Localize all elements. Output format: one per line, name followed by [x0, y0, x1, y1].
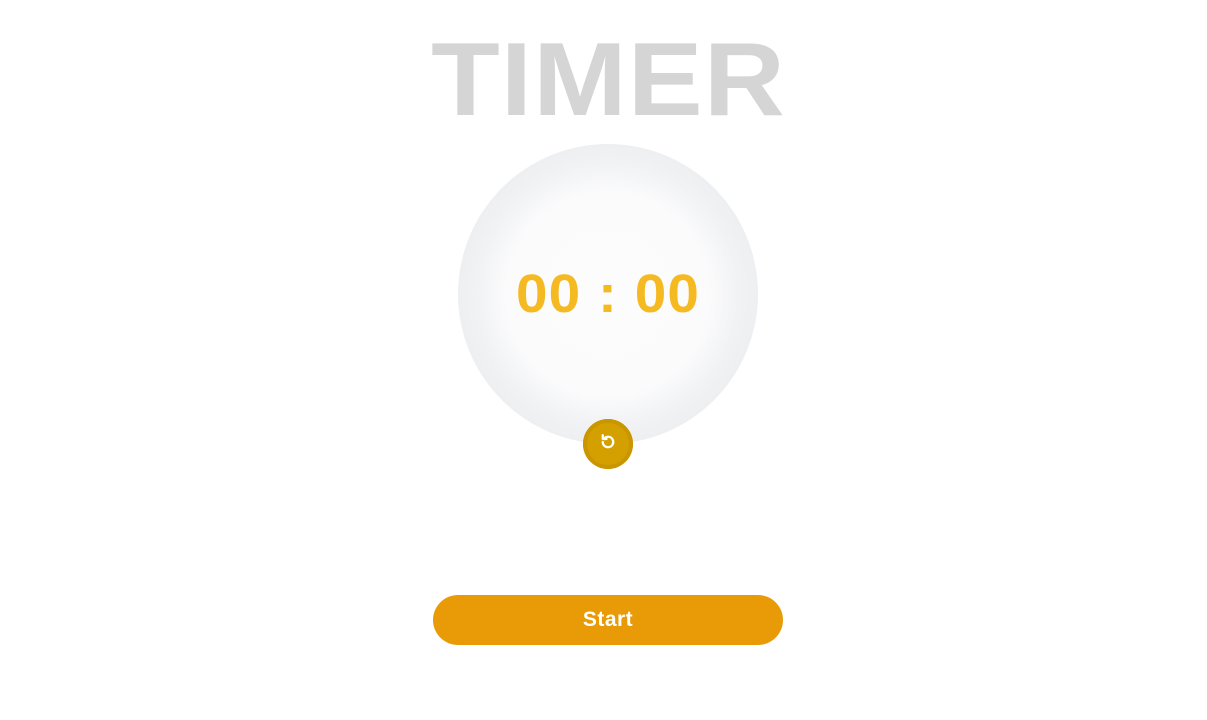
time-display: 00 : 00 — [516, 264, 700, 324]
reset-button[interactable] — [583, 419, 633, 469]
page-title: TIMER — [431, 22, 786, 138]
timer-app: TIMER 00 : 00 Start — [0, 0, 1207, 720]
start-button[interactable]: Start — [433, 595, 783, 645]
timer-dial: 00 : 00 — [458, 144, 758, 444]
reset-icon — [599, 433, 617, 456]
